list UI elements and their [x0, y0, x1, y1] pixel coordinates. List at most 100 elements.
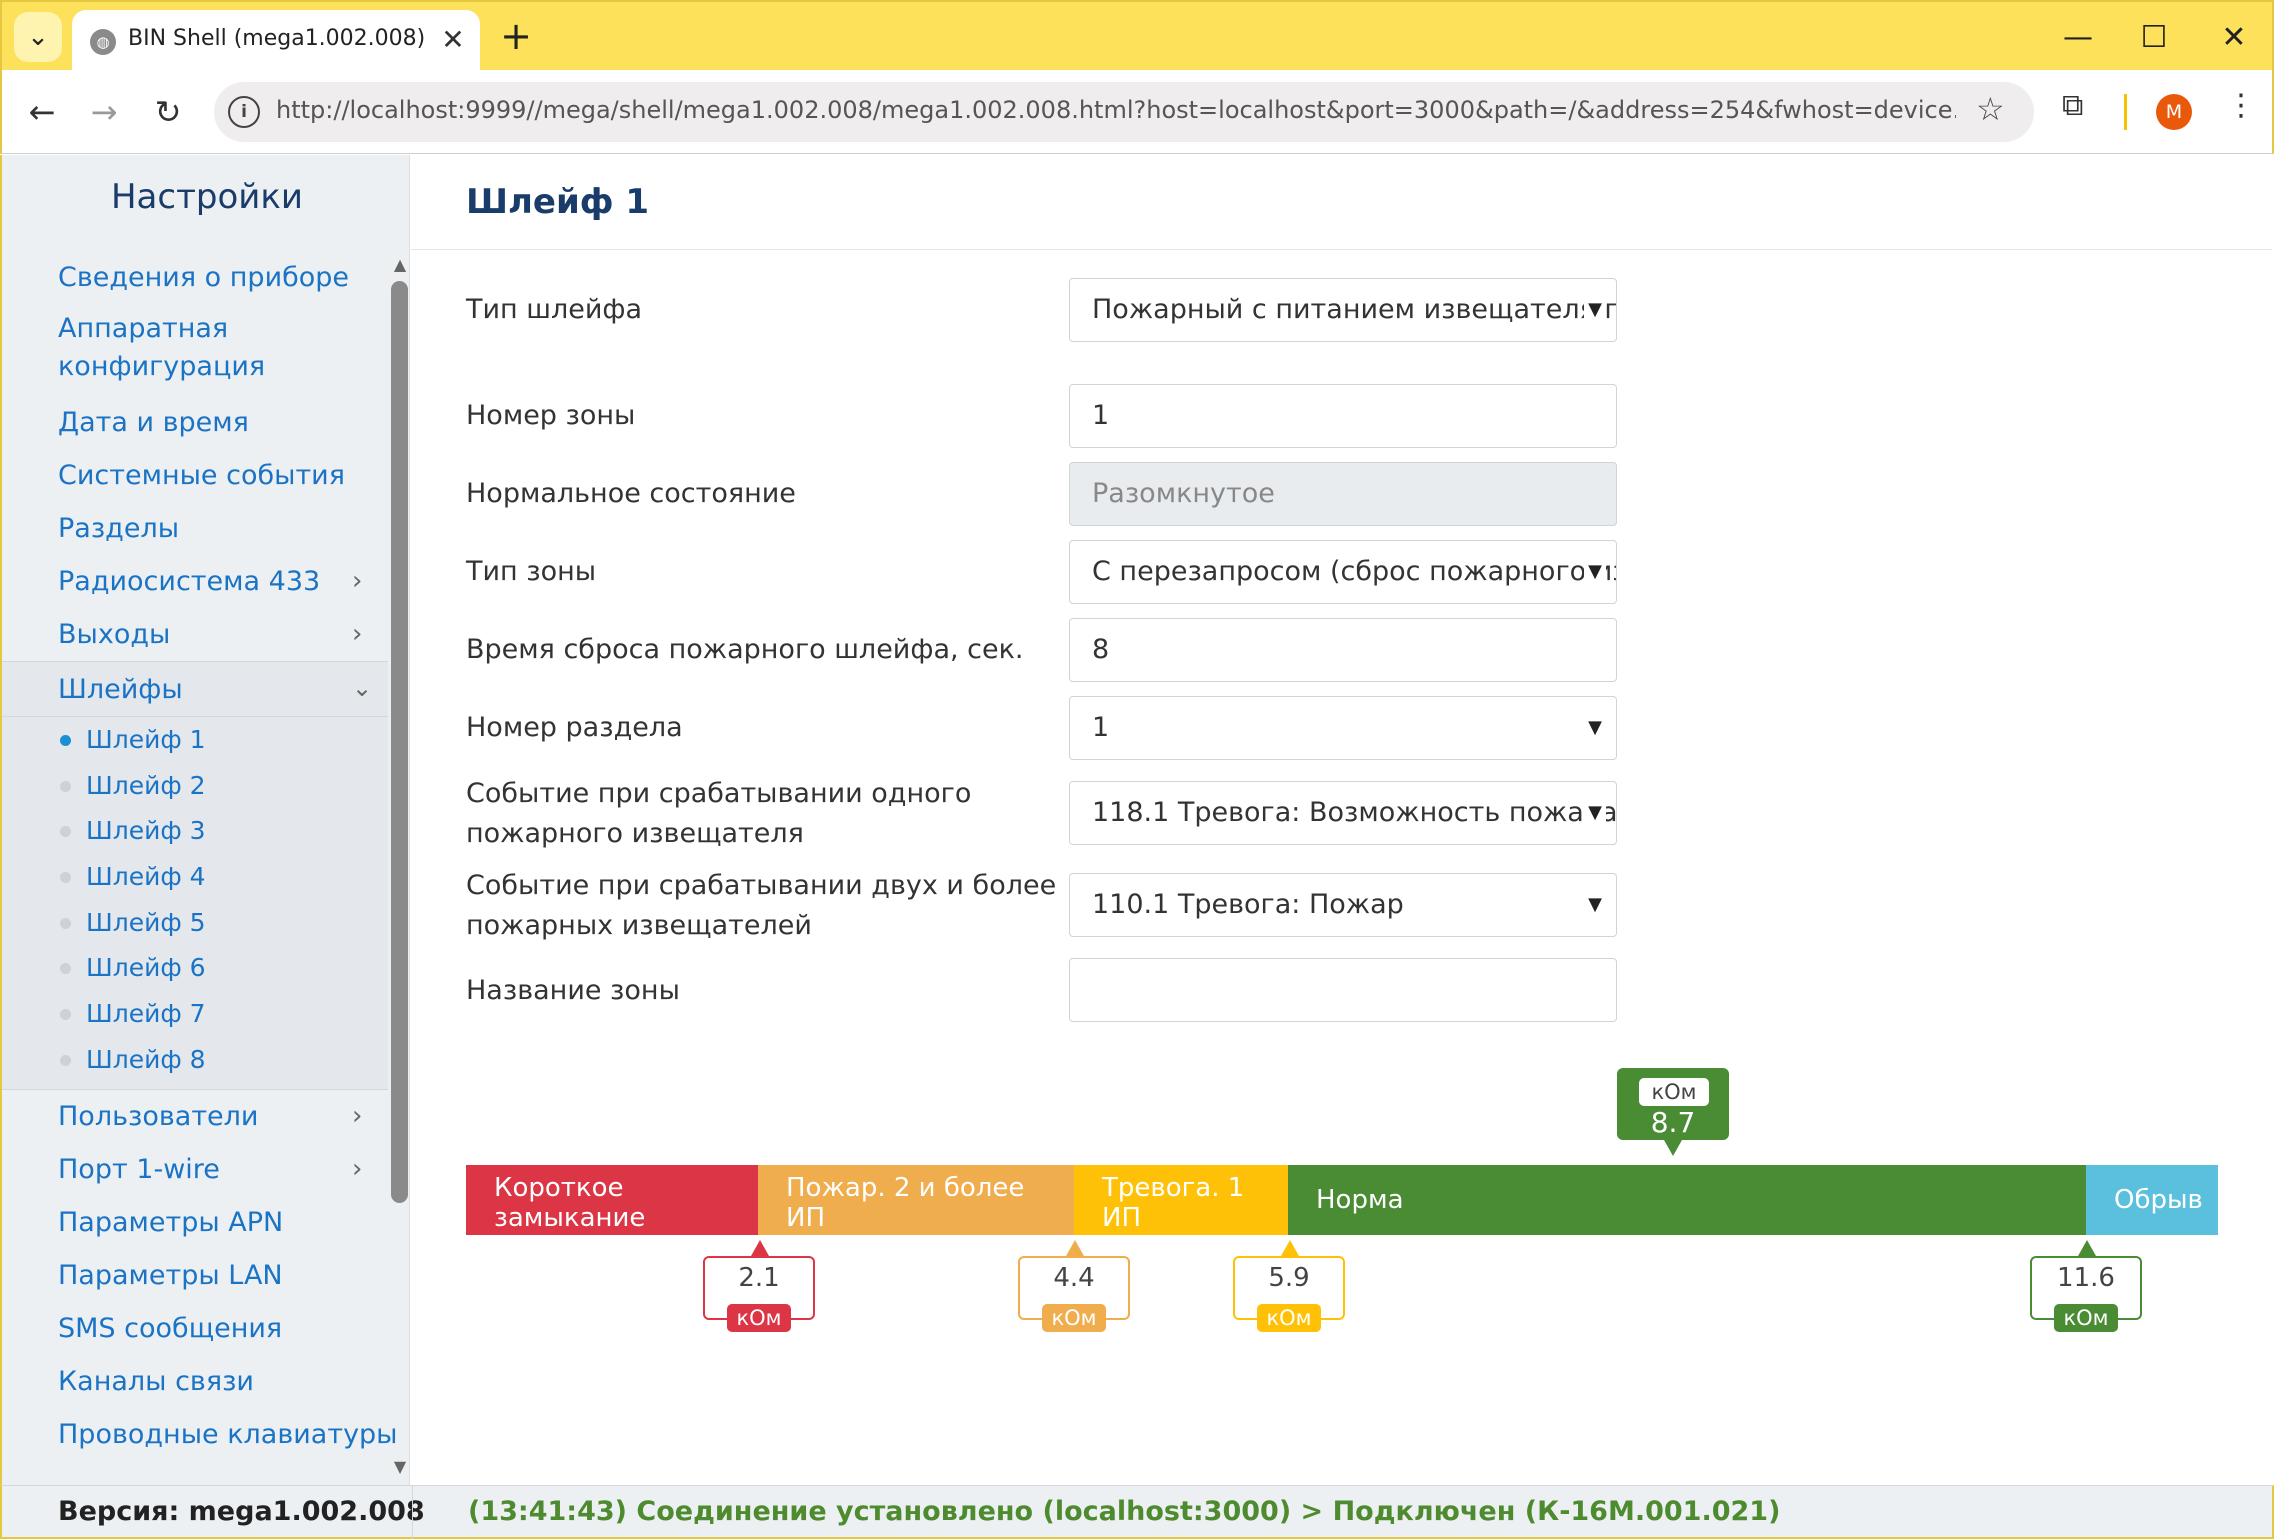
sidebar-item-sms[interactable]: SMS сообщения [2, 1302, 388, 1355]
threshold-marker-fire2[interactable]: 4.4 кОм [1018, 1240, 1130, 1332]
bookmark-star-icon[interactable]: ☆ [1976, 90, 2005, 128]
sidebar-subitem-loop-5[interactable]: Шлейф 5 [2, 900, 388, 946]
segment-alarm-one: Тревога. 1 ИП [1074, 1165, 1288, 1235]
settings-sidebar: Настройки Сведения о приборе Аппаратная … [0, 155, 410, 1485]
sidebar-subitem-label: Шлейф 4 [86, 862, 206, 892]
back-button[interactable]: ← [18, 88, 66, 136]
sidebar-item-system-events[interactable]: Системные события [2, 449, 388, 502]
sidebar-item-radio-433[interactable]: Радиосистема 433 › [2, 555, 388, 608]
reset-time-input[interactable]: 8 [1069, 618, 1617, 682]
marker-pointer [2078, 1240, 2096, 1256]
threshold-value: 11.6 [2057, 1263, 2115, 1293]
zone-number-input[interactable]: 1 [1069, 384, 1617, 448]
threshold-value: 5.9 [1268, 1263, 1310, 1293]
segment-short-circuit: Короткое замыкание [466, 1165, 758, 1235]
sidebar-subitem-loop-1[interactable]: Шлейф 1 [2, 717, 388, 763]
select-value: 118.1 Тревога: Возможность пожара [1092, 797, 1617, 828]
browser-toolbar: ← → ↻ i http://localhost:9999//mega/shel… [0, 70, 2274, 154]
sidebar-subitem-label: Шлейф 3 [86, 816, 206, 846]
normal-state-label: Нормальное состояние [466, 478, 796, 509]
marker-pointer [1066, 1240, 1084, 1256]
url-text[interactable]: http://localhost:9999//mega/shell/mega1.… [276, 96, 1956, 124]
select-value: 110.1 Тревога: Пожар [1092, 889, 1404, 920]
sidebar-subitem-loop-8[interactable]: Шлейф 8 [2, 1037, 388, 1083]
active-dot-icon [60, 735, 71, 746]
sidebar-subitem-loop-6[interactable]: Шлейф 6 [2, 945, 388, 991]
unit-badge: кОм [727, 1304, 791, 1332]
event-two-select[interactable]: 110.1 Тревога: Пожар ▼ [1069, 873, 1617, 937]
close-window-button[interactable]: ✕ [2204, 14, 2264, 60]
forward-button[interactable]: → [80, 88, 128, 136]
unit-badge: кОм [1042, 1304, 1106, 1332]
sidebar-scrollbar[interactable]: ▲ ▼ [388, 255, 412, 1485]
chevron-down-icon: ⌄ [352, 674, 373, 702]
threshold-marker-break[interactable]: 11.6 кОм [2030, 1240, 2142, 1332]
chevron-right-icon: › [352, 1100, 363, 1131]
status-bar: Версия: mega1.002.008 (13:41:43) Соедине… [0, 1485, 2274, 1539]
sidebar-item-label: Радиосистема 433 [58, 566, 321, 597]
unit-badge: кОм [1639, 1078, 1709, 1106]
loop-type-label: Тип шлейфа [466, 294, 643, 325]
segment-norm: Норма [1288, 1165, 2086, 1235]
sidebar-item-date-time[interactable]: Дата и время [2, 396, 388, 449]
zone-type-select[interactable]: С перезапросом (сброс пожарного извещате… [1069, 540, 1617, 604]
sidebar-item-apn[interactable]: Параметры APN [2, 1196, 388, 1249]
unit-badge: кОм [2054, 1304, 2118, 1332]
close-tab-icon[interactable]: ✕ [436, 22, 470, 56]
chevron-right-icon: › [352, 619, 363, 649]
minimize-button[interactable]: — [2048, 14, 2108, 60]
sidebar-item-partitions[interactable]: Разделы [2, 502, 388, 555]
sidebar-subitem-label: Шлейф 1 [86, 725, 206, 754]
sidebar-subitem-label: Шлейф 2 [86, 770, 206, 800]
sidebar-item-device-info[interactable]: Сведения о приборе [2, 251, 388, 304]
dot-icon [60, 1009, 71, 1021]
partition-number-select[interactable]: 1 ▼ [1069, 696, 1617, 760]
scroll-up-arrow-icon[interactable]: ▲ [388, 255, 412, 279]
sidebar-subitem-loop-7[interactable]: Шлейф 7 [2, 991, 388, 1037]
sidebar-item-loops[interactable]: Шлейфы ⌄ [2, 661, 388, 717]
tab-search-button[interactable]: ⌄ [14, 12, 62, 62]
sidebar-subitem-loop-4[interactable]: Шлейф 4 [2, 854, 388, 900]
browser-tab[interactable]: ◍ BIN Shell (mega1.002.008) ✕ [72, 10, 480, 72]
select-value: Пожарный с питанием извещателя по шлейфу [1092, 294, 1616, 325]
threshold-marker-alarm1[interactable]: 5.9 кОм [1233, 1240, 1345, 1332]
reload-button[interactable]: ↻ [144, 88, 192, 136]
scroll-down-arrow-icon[interactable]: ▼ [388, 1457, 412, 1481]
event-one-select[interactable]: 118.1 Тревога: Возможность пожара ▼ [1069, 781, 1617, 845]
sidebar-item-keyboards[interactable]: Проводные клавиатуры [2, 1408, 398, 1461]
address-bar[interactable]: i http://localhost:9999//mega/shell/mega… [214, 82, 2034, 142]
zone-name-label: Название зоны [466, 975, 680, 1006]
sidebar-item-hardware-config[interactable]: Аппаратная конфигурация [2, 304, 388, 396]
sidebar-subitem-loop-2[interactable]: Шлейф 2 [2, 763, 388, 809]
event-two-label: Событие при срабатывании двух и более по… [466, 870, 1057, 941]
chevron-right-icon: › [352, 566, 363, 596]
version-label: Версия: mega1.002.008 [58, 1496, 425, 1527]
extensions-icon[interactable]: ⧉ [2062, 88, 2083, 123]
resistance-scale: Короткое замыкание Пожар. 2 и более ИП Т… [466, 1165, 2218, 1235]
threshold-marker-short[interactable]: 2.1 кОм [703, 1240, 815, 1332]
zone-name-input[interactable] [1069, 958, 1617, 1022]
sidebar-item-users[interactable]: Пользователи › [2, 1090, 388, 1143]
sidebar-item-channels[interactable]: Каналы связи [2, 1355, 388, 1408]
sidebar-item-lan[interactable]: Параметры LAN [2, 1249, 388, 1302]
maximize-button[interactable]: ☐ [2124, 14, 2184, 60]
threshold-value: 4.4 [1053, 1263, 1095, 1293]
sidebar-subitem-loop-3[interactable]: Шлейф 3 [2, 808, 388, 854]
browser-tab-bar: ⌄ ◍ BIN Shell (mega1.002.008) ✕ + — ☐ ✕ [0, 0, 2274, 72]
loop-type-select[interactable]: Пожарный с питанием извещателя по шлейфу… [1069, 278, 1617, 342]
profile-avatar[interactable]: M [2156, 94, 2192, 130]
reset-time-label: Время сброса пожарного шлейфа, сек. [466, 634, 1024, 665]
dot-icon [60, 826, 71, 838]
sidebar-item-label: Выходы [58, 619, 171, 650]
dropdown-arrow-icon: ▼ [1584, 541, 1606, 603]
site-info-icon[interactable]: i [228, 96, 260, 128]
new-tab-button[interactable]: + [494, 14, 538, 58]
current-resistance-value: 8.7 [1650, 1106, 1696, 1139]
marker-pointer [1281, 1240, 1299, 1256]
sidebar-item-outputs[interactable]: Выходы › [2, 608, 388, 661]
threshold-value: 2.1 [738, 1263, 780, 1293]
sidebar-item-1wire[interactable]: Порт 1-wire › [2, 1143, 388, 1196]
scrollbar-thumb[interactable] [391, 281, 408, 1203]
browser-menu-icon[interactable]: ⋮ [2226, 88, 2256, 123]
partition-number-label: Номер раздела [466, 712, 683, 743]
